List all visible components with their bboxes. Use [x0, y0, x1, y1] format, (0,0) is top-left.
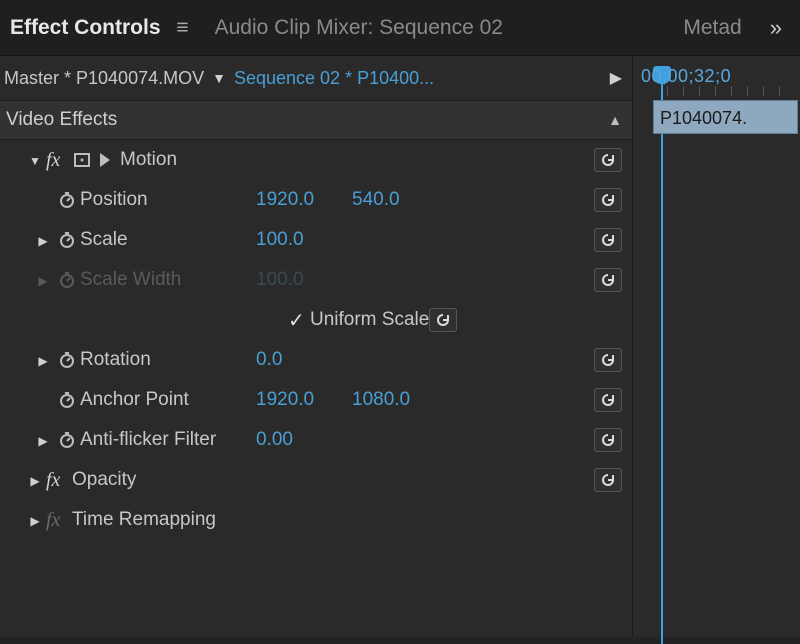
panel-tab-bar: Effect Controls ≡ Audio Clip Mixer: Sequ…: [0, 0, 800, 56]
opacity-label: Opacity: [72, 469, 248, 491]
section-label: Video Effects: [6, 109, 117, 131]
position-y-value[interactable]: 540.0: [352, 189, 442, 211]
motion-label: Motion: [120, 149, 296, 171]
overflow-icon[interactable]: »: [758, 15, 790, 41]
position-label: Position: [80, 189, 256, 211]
sequence-clip-link[interactable]: Sequence 02 * P10400...: [234, 68, 434, 89]
property-rotation-row: Rotation 0.0: [0, 340, 632, 380]
tab-effect-controls[interactable]: Effect Controls ≡: [0, 2, 205, 54]
panel-menu-icon[interactable]: ≡: [176, 16, 188, 39]
stopwatch-icon[interactable]: [54, 431, 80, 449]
rotation-value[interactable]: 0.0: [256, 349, 346, 371]
stopwatch-icon[interactable]: [54, 231, 80, 249]
checkmark-icon[interactable]: ✓: [288, 308, 310, 333]
position-x-value[interactable]: 1920.0: [256, 189, 346, 211]
twirl-right-icon[interactable]: [28, 512, 42, 528]
tab-label: Effect Controls: [10, 16, 161, 39]
clip-chip[interactable]: P1040074.: [653, 100, 798, 134]
stopwatch-icon[interactable]: [54, 191, 80, 209]
scale-value[interactable]: 100.0: [256, 229, 346, 251]
master-clip-label[interactable]: Master * P1040074.MOV: [4, 68, 204, 89]
reset-button[interactable]: [594, 468, 622, 492]
fx-badge-icon[interactable]: fx: [46, 469, 72, 492]
stopwatch-icon[interactable]: [54, 391, 80, 409]
timecode-label[interactable]: 00;00;32;0: [641, 66, 731, 87]
twirl-right-icon: [36, 272, 50, 288]
play-caret-icon[interactable]: ▶: [610, 68, 622, 88]
property-scale-width-row: Scale Width 100.0: [0, 260, 632, 300]
timeline-pane[interactable]: 00;00;32;0 P1040074.: [633, 56, 800, 637]
scale-width-label: Scale Width: [80, 269, 256, 291]
anchor-label: Anchor Point: [80, 389, 256, 411]
fx-badge-icon[interactable]: fx: [46, 509, 72, 532]
source-dropdown-icon[interactable]: ▼: [212, 70, 226, 86]
twirl-right-icon[interactable]: [28, 472, 42, 488]
fx-badge-icon[interactable]: fx: [46, 149, 72, 172]
time-remapping-label: Time Remapping: [72, 509, 248, 531]
time-ruler[interactable]: [633, 86, 800, 98]
reset-button[interactable]: [594, 148, 622, 172]
reset-button[interactable]: [594, 388, 622, 412]
antiflicker-value[interactable]: 0.00: [256, 429, 346, 451]
twirl-down-icon[interactable]: [28, 152, 42, 168]
effect-opacity-row[interactable]: fx Opacity: [0, 460, 632, 500]
anchor-x-value[interactable]: 1920.0: [256, 389, 346, 411]
video-effects-header[interactable]: Video Effects ▲: [0, 100, 632, 140]
reset-button[interactable]: [594, 428, 622, 452]
reset-button[interactable]: [594, 268, 622, 292]
property-anchor-row: Anchor Point 1920.0 1080.0: [0, 380, 632, 420]
motion-transform-icons[interactable]: [72, 151, 112, 169]
reset-button[interactable]: [429, 308, 457, 332]
twirl-right-icon[interactable]: [36, 232, 50, 248]
twirl-right-icon[interactable]: [36, 432, 50, 448]
effect-time-remapping-row[interactable]: fx Time Remapping: [0, 500, 632, 540]
effect-controls-body: Master * P1040074.MOV ▼ Sequence 02 * P1…: [0, 56, 800, 637]
reset-button[interactable]: [594, 188, 622, 212]
source-row: Master * P1040074.MOV ▼ Sequence 02 * P1…: [0, 56, 632, 100]
uniform-scale-row[interactable]: ✓ Uniform Scale: [0, 300, 632, 340]
effect-motion-row[interactable]: fx Motion: [0, 140, 632, 180]
antiflicker-label: Anti-flicker Filter: [80, 429, 256, 451]
properties-pane: Master * P1040074.MOV ▼ Sequence 02 * P1…: [0, 56, 633, 637]
property-scale-row: Scale 100.0: [0, 220, 632, 260]
anchor-y-value[interactable]: 1080.0: [352, 389, 442, 411]
scale-label: Scale: [80, 229, 256, 251]
property-antiflicker-row: Anti-flicker Filter 0.00: [0, 420, 632, 460]
rotation-label: Rotation: [80, 349, 256, 371]
uniform-scale-label: Uniform Scale: [310, 309, 429, 331]
stopwatch-icon[interactable]: [54, 351, 80, 369]
reset-button[interactable]: [594, 228, 622, 252]
tab-audio-clip-mixer[interactable]: Audio Clip Mixer: Sequence 02: [205, 2, 519, 54]
property-position-row: Position 1920.0 540.0: [0, 180, 632, 220]
twirl-right-icon[interactable]: [36, 352, 50, 368]
tab-metadata[interactable]: Metad: [673, 2, 757, 54]
scale-width-value: 100.0: [256, 269, 346, 291]
collapse-caret-icon[interactable]: ▲: [608, 112, 622, 128]
reset-button[interactable]: [594, 348, 622, 372]
stopwatch-icon: [54, 271, 80, 289]
